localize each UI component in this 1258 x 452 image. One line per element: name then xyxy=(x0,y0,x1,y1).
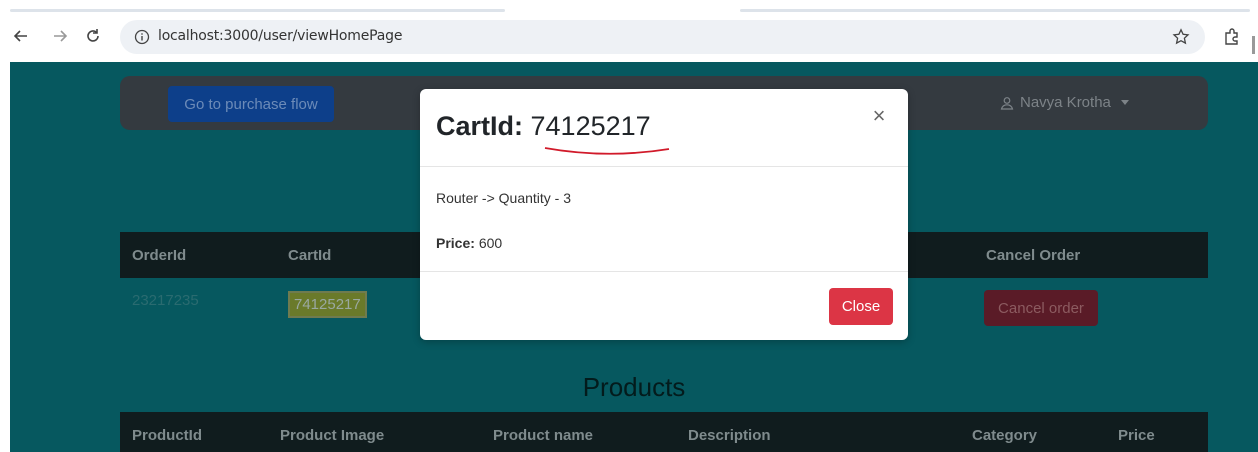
tab-strip xyxy=(0,0,1258,12)
header-productid: ProductId xyxy=(132,427,202,444)
info-icon[interactable] xyxy=(134,29,150,45)
header-cancel-order: Cancel Order xyxy=(986,247,1081,264)
header-price: Price xyxy=(1118,427,1155,444)
cart-id-link[interactable]: 74125217 xyxy=(288,291,367,318)
user-menu[interactable]: Navya Krotha xyxy=(1000,94,1129,111)
browser-toolbar: localhost:3000/user/viewHomePage xyxy=(0,12,1258,62)
cart-price-line: Price: 600 xyxy=(436,235,502,251)
star-icon[interactable] xyxy=(1172,28,1190,46)
modal-header: CartId: 74125217 × xyxy=(420,89,908,167)
order-id: 23217235 xyxy=(132,292,199,309)
back-button[interactable] xyxy=(10,25,32,47)
header-description: Description xyxy=(688,427,771,444)
cart-item-line: Router -> Quantity - 3 xyxy=(436,190,572,206)
products-title: Products xyxy=(582,372,686,402)
modal-footer: Close xyxy=(420,271,908,340)
user-icon xyxy=(1000,96,1014,110)
close-button[interactable]: Close xyxy=(829,288,893,325)
forward-button[interactable] xyxy=(49,25,71,47)
modal-title-value: 74125217 xyxy=(530,111,651,141)
url-text[interactable]: localhost:3000/user/viewHomePage xyxy=(158,28,402,44)
annotation-underline xyxy=(544,147,670,155)
reload-button[interactable] xyxy=(82,25,104,47)
header-orderid: OrderId xyxy=(132,247,187,264)
profile-edge xyxy=(1252,36,1255,54)
modal-title-label: CartId: xyxy=(436,111,523,141)
reload-icon xyxy=(87,29,99,42)
close-icon[interactable]: × xyxy=(868,105,890,127)
cart-modal: CartId: 74125217 × Router -> Quantity - … xyxy=(420,89,908,340)
cancel-order-button[interactable]: Cancel order xyxy=(984,290,1098,326)
modal-body: Router -> Quantity - 3 Price: 600 xyxy=(436,167,892,271)
user-name: Navya Krotha xyxy=(1020,94,1111,111)
header-cartid: CartId xyxy=(288,247,332,264)
products-table-header: ProductId Product Image Product name Des… xyxy=(120,412,1208,452)
address-bar[interactable]: localhost:3000/user/viewHomePage xyxy=(120,20,1205,54)
header-product-name: Product name xyxy=(493,427,594,444)
extensions-icon[interactable] xyxy=(1222,27,1242,47)
price-value: 600 xyxy=(478,235,503,251)
back-icon xyxy=(13,30,27,42)
purchase-flow-button[interactable]: Go to purchase flow xyxy=(168,86,334,122)
chevron-down-icon xyxy=(1120,100,1129,105)
forward-icon xyxy=(54,30,68,42)
header-product-image: Product Image xyxy=(280,427,385,444)
price-label: Price: xyxy=(436,235,475,251)
header-category: Category xyxy=(972,427,1038,444)
modal-title: CartId: 74125217 xyxy=(436,111,651,142)
